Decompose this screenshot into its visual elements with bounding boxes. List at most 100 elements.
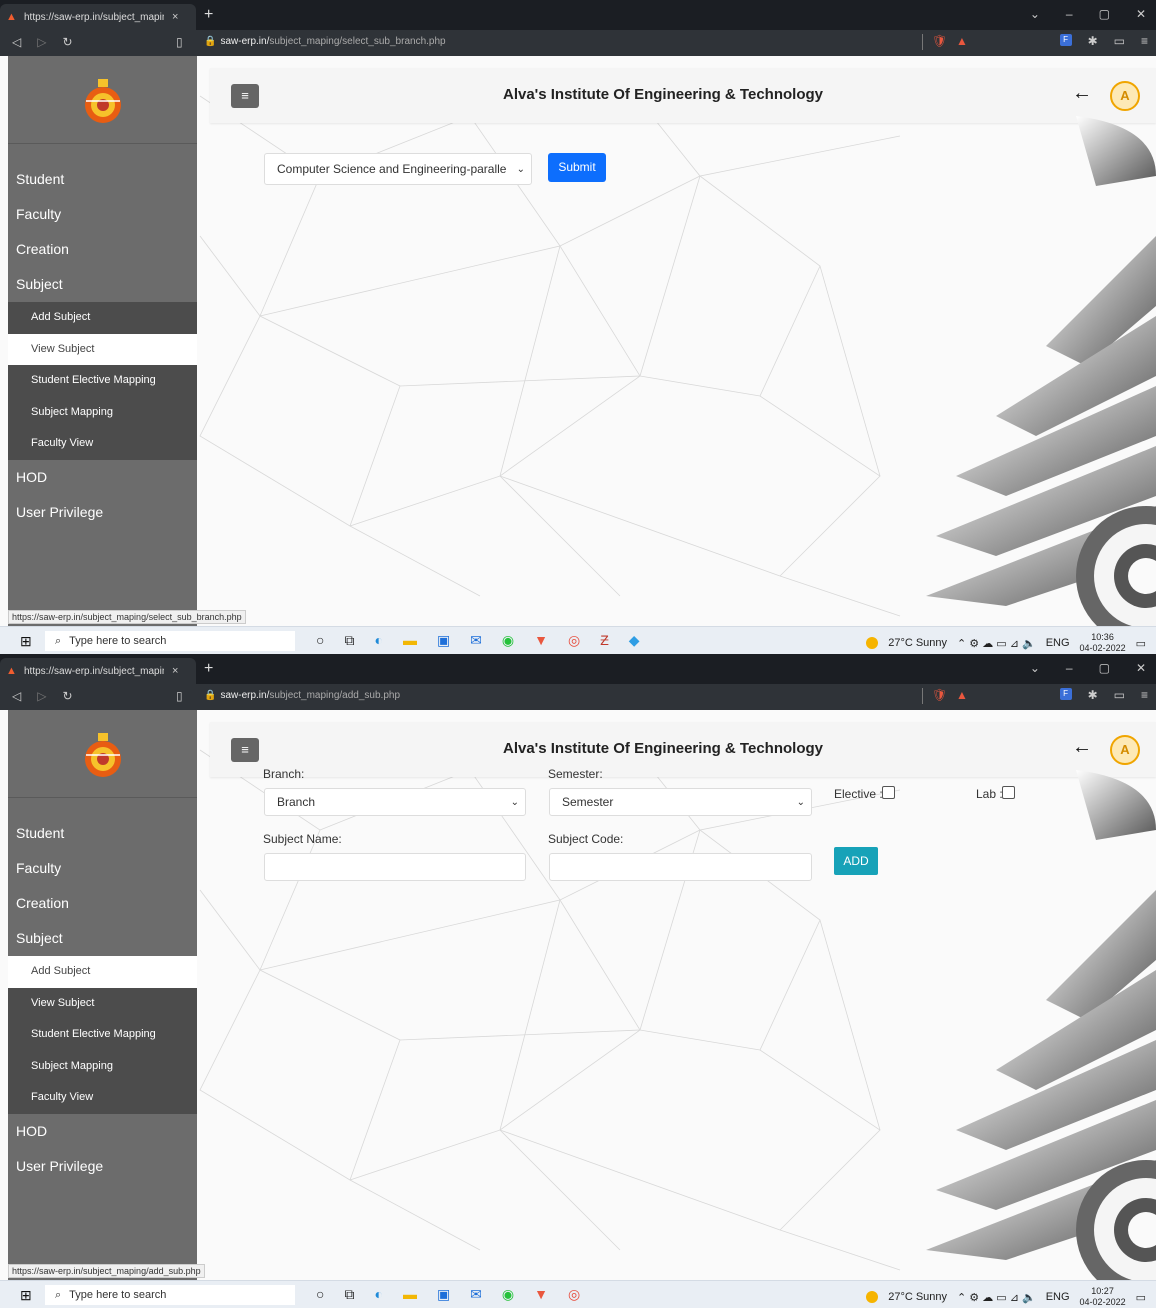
url-field[interactable]: 🔒 saw-erp.in/subject_maping/add_sub.php	[204, 690, 400, 701]
puzzle-icon[interactable]: ✱	[1088, 688, 1098, 702]
sidebar-item-student[interactable]: Student	[8, 816, 197, 851]
explorer-icon[interactable]: ▬	[403, 1286, 417, 1303]
cortana-icon[interactable]: ○	[316, 1286, 324, 1303]
minimize-icon[interactable]: –	[1066, 661, 1073, 675]
edge-icon[interactable]: ◐	[374, 1286, 382, 1303]
brave-shields-icon[interactable]: 🛡	[932, 688, 947, 702]
menu-icon[interactable]: ≡	[1141, 688, 1148, 702]
avatar[interactable]: A	[1110, 735, 1140, 765]
whatsapp-icon[interactable]: ◉	[502, 1286, 514, 1303]
sidebar-subitem-add-subject[interactable]: Add Subject	[8, 302, 197, 334]
store-icon[interactable]: ▣	[437, 1286, 450, 1303]
app-icon[interactable]: ◆	[629, 632, 640, 649]
brave-icon[interactable]: ▼	[534, 1286, 548, 1303]
sidebar-subitem-subject-mapping[interactable]: Subject Mapping	[8, 1050, 197, 1082]
clock[interactable]: 10:27 04-02-2022	[1080, 1286, 1126, 1308]
tray-icons[interactable]: ⌃ ⚙ ☁ ▭ ⊿ 🔈	[957, 637, 1036, 650]
extension-icon[interactable]: F	[1059, 688, 1072, 700]
mail-icon[interactable]: ✉	[470, 1286, 482, 1303]
sidebar-subitem-student-elective-mapping[interactable]: Student Elective Mapping	[8, 1019, 197, 1051]
bookmark-icon[interactable]: ▯	[176, 35, 183, 49]
new-tab-icon[interactable]: +	[204, 660, 213, 678]
branch-select[interactable]: Computer Science and Engineering-paralle…	[264, 153, 532, 185]
close-window-icon[interactable]: ✕	[1136, 661, 1146, 675]
close-window-icon[interactable]: ✕	[1136, 7, 1146, 21]
language-indicator[interactable]: ENG	[1046, 1291, 1070, 1303]
wallet-icon[interactable]: ▭	[1114, 688, 1125, 702]
extension-icon[interactable]: F	[1059, 34, 1072, 46]
new-tab-icon[interactable]: +	[204, 6, 213, 24]
weather-text[interactable]: 27°C Sunny	[888, 1291, 947, 1303]
sidebar-item-subject[interactable]: Subject	[8, 267, 197, 302]
whatsapp-icon[interactable]: ◉	[502, 632, 514, 649]
tab-search-icon[interactable]: ⌄	[1030, 661, 1040, 675]
url-field[interactable]: 🔒 saw-erp.in/subject_maping/select_sub_br…	[204, 36, 446, 47]
browser-tab[interactable]: ▲ https://saw-erp.in/subject_mapin ×	[0, 4, 196, 30]
windows-icon[interactable]: ⊞	[20, 1287, 32, 1304]
language-indicator[interactable]: ENG	[1046, 637, 1070, 649]
edge-icon[interactable]: ◐	[374, 632, 382, 649]
wallet-icon[interactable]: ▭	[1114, 34, 1125, 48]
bookmark-icon[interactable]: ▯	[176, 689, 183, 703]
sidebar-item-student[interactable]: Student	[8, 162, 197, 197]
sidebar-item-subject[interactable]: Subject	[8, 921, 197, 956]
cortana-icon[interactable]: ○	[316, 632, 324, 649]
submit-button[interactable]: Submit	[548, 153, 606, 182]
maximize-icon[interactable]: ▢	[1099, 7, 1110, 21]
maximize-icon[interactable]: ▢	[1099, 661, 1110, 675]
notifications-icon[interactable]: ▭	[1136, 1291, 1146, 1304]
semester-select[interactable]: Semester ⌄	[549, 788, 812, 816]
sidebar-subitem-add-subject[interactable]: Add Subject	[8, 956, 197, 988]
brave-rewards-icon[interactable]: ▲	[956, 688, 968, 702]
sidebar-subitem-faculty-view[interactable]: Faculty View	[8, 1082, 197, 1114]
puzzle-icon[interactable]: ✱	[1088, 34, 1098, 48]
notifications-icon[interactable]: ▭	[1136, 637, 1146, 650]
filezilla-icon[interactable]: Ƶ	[600, 632, 609, 649]
elective-checkbox[interactable]	[882, 786, 895, 799]
tab-search-icon[interactable]: ⌄	[1030, 7, 1040, 21]
sidebar-subitem-view-subject[interactable]: View Subject	[8, 333, 197, 365]
sidebar-item-hod[interactable]: HOD	[8, 1114, 197, 1149]
store-icon[interactable]: ▣	[437, 632, 450, 649]
weather-text[interactable]: 27°C Sunny	[888, 637, 947, 649]
lab-checkbox[interactable]	[1002, 786, 1015, 799]
sidebar-subitem-view-subject[interactable]: View Subject	[8, 987, 197, 1019]
reload-icon[interactable]: ↻	[62, 689, 72, 703]
sidebar-subitem-faculty-view[interactable]: Faculty View	[8, 428, 197, 460]
minimize-icon[interactable]: –	[1066, 7, 1073, 21]
explorer-icon[interactable]: ▬	[403, 632, 417, 649]
add-button[interactable]: ADD	[834, 847, 878, 875]
tab-close-icon[interactable]: ×	[172, 11, 178, 23]
brave-rewards-icon[interactable]: ▲	[956, 34, 968, 48]
reload-icon[interactable]: ↻	[62, 35, 72, 49]
sidebar-item-hod[interactable]: HOD	[8, 460, 197, 495]
task-view-icon[interactable]: ⧉	[344, 1286, 354, 1303]
chrome-icon[interactable]: ◎	[568, 1286, 580, 1303]
back-arrow-icon[interactable]: ←	[1072, 82, 1092, 105]
task-view-icon[interactable]: ⧉	[344, 632, 354, 649]
tab-close-icon[interactable]: ×	[172, 665, 178, 677]
taskbar-search-input[interactable]: ⌕ Type here to search	[45, 631, 295, 651]
back-nav-icon[interactable]: ◁	[12, 35, 21, 49]
sidebar-item-creation[interactable]: Creation	[8, 232, 197, 267]
forward-nav-icon[interactable]: ▷	[37, 689, 46, 703]
back-nav-icon[interactable]: ◁	[12, 689, 21, 703]
sidebar-item-user-privilege[interactable]: User Privilege	[8, 1149, 197, 1184]
taskbar-search-input[interactable]: ⌕ Type here to search	[45, 1285, 295, 1305]
avatar[interactable]: A	[1110, 81, 1140, 111]
browser-tab[interactable]: ▲ https://saw-erp.in/subject_mapin ×	[0, 658, 196, 684]
sidebar-subitem-subject-mapping[interactable]: Subject Mapping	[8, 396, 197, 428]
mail-icon[interactable]: ✉	[470, 632, 482, 649]
clock[interactable]: 10:36 04-02-2022	[1080, 632, 1126, 654]
forward-nav-icon[interactable]: ▷	[37, 35, 46, 49]
brave-icon[interactable]: ▼	[534, 632, 548, 649]
sidebar-item-faculty[interactable]: Faculty	[8, 851, 197, 886]
brave-shields-icon[interactable]: 🛡	[932, 34, 947, 48]
branch-select[interactable]: Branch ⌄	[264, 788, 526, 816]
back-arrow-icon[interactable]: ←	[1072, 736, 1092, 759]
subject-code-input[interactable]	[549, 853, 812, 881]
menu-icon[interactable]: ≡	[1141, 34, 1148, 48]
sidebar-item-faculty[interactable]: Faculty	[8, 197, 197, 232]
sidebar-item-creation[interactable]: Creation	[8, 886, 197, 921]
sidebar-subitem-student-elective-mapping[interactable]: Student Elective Mapping	[8, 365, 197, 397]
